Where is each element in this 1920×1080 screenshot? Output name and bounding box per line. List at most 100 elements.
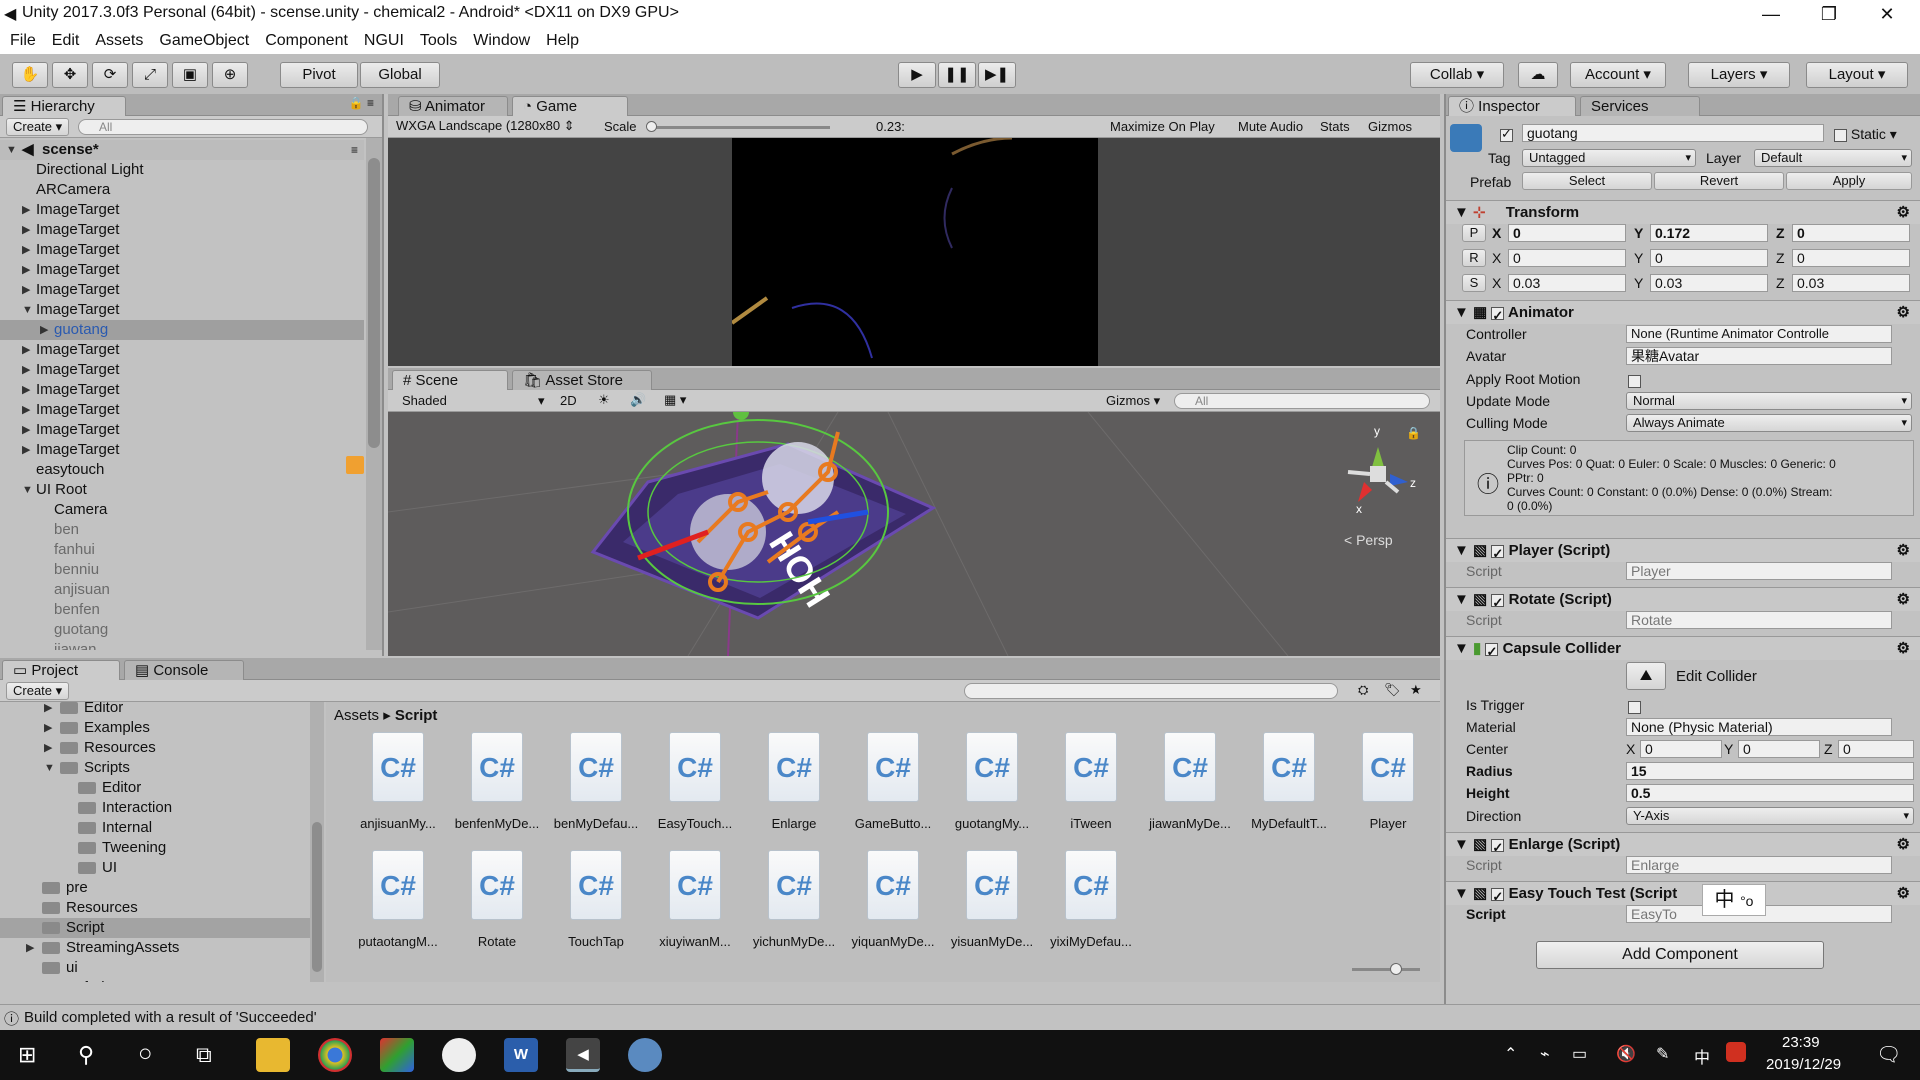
csharp-script-icon[interactable]: C# xyxy=(1061,850,1121,922)
word-icon[interactable]: W xyxy=(504,1038,538,1072)
scale-slider-thumb[interactable] xyxy=(646,121,657,132)
transform-header[interactable]: ▼ ⊹ Transform ⚙ xyxy=(1446,200,1920,224)
shading-mode-dropdown[interactable]: Shaded xyxy=(402,393,447,408)
center-x-input[interactable]: 0 xyxy=(1640,740,1722,758)
is-trigger-checkbox[interactable] xyxy=(1628,698,1641,715)
tab-services[interactable]: Services xyxy=(1580,96,1700,116)
search-icon[interactable]: ⚲ xyxy=(78,1042,94,1068)
transform-scale-z-input[interactable]: 0.03 xyxy=(1792,274,1910,292)
file-label[interactable]: iTween xyxy=(1041,816,1141,831)
folder-item[interactable]: ▶ Editor xyxy=(0,702,310,718)
hierarchy-item[interactable]: Camera xyxy=(0,500,364,520)
windows-start-icon[interactable]: ⊞ xyxy=(18,1042,36,1068)
player-script-header[interactable]: ▼ ▧ Player (Script) ⚙ xyxy=(1446,538,1920,566)
player-script-field[interactable]: Player xyxy=(1626,562,1892,580)
account-dropdown[interactable]: Account ▾ xyxy=(1570,62,1666,88)
collider-enabled-checkbox[interactable] xyxy=(1485,640,1499,664)
folder-item[interactable]: pre xyxy=(0,878,310,898)
transform-r-button[interactable]: R xyxy=(1462,249,1486,267)
mute-audio-toggle[interactable]: Mute Audio xyxy=(1238,119,1303,134)
hierarchy-item[interactable]: ▼ UI Root xyxy=(0,480,364,500)
persp-label[interactable]: < Persp xyxy=(1344,532,1393,548)
menu-edit[interactable]: Edit xyxy=(52,32,80,50)
tray-ime-indicator[interactable]: 中 xyxy=(1694,1044,1710,1068)
easytouch-enabled-checkbox[interactable] xyxy=(1491,885,1505,909)
csharp-script-icon[interactable]: C# xyxy=(665,732,725,804)
component-settings-icon[interactable]: ⚙ xyxy=(1897,301,1910,325)
tag-dropdown[interactable]: Untagged xyxy=(1522,149,1696,167)
folder-item[interactable]: ▼ Scripts xyxy=(0,758,310,778)
prefab-select-button[interactable]: Select xyxy=(1522,172,1652,190)
expand-arrow-icon[interactable]: ▼ xyxy=(22,300,33,320)
hierarchy-item[interactable]: ▶ ImageTarget xyxy=(0,260,364,280)
scrollbar-thumb[interactable] xyxy=(368,158,380,448)
maximize-on-play-toggle[interactable]: Maximize On Play xyxy=(1110,119,1215,134)
component-settings-icon[interactable]: ⚙ xyxy=(1897,833,1910,857)
folder-item[interactable]: Tweening xyxy=(0,838,310,858)
notification-icon[interactable]: 🗨 xyxy=(1876,1042,1901,1067)
filter-label-icon[interactable]: 🏷 xyxy=(1384,682,1401,698)
csharp-script-icon[interactable]: C# xyxy=(863,732,923,804)
layers-dropdown[interactable]: Layers ▾ xyxy=(1688,62,1790,88)
rotate-tool-icon[interactable]: ⟳ xyxy=(92,62,128,88)
folder-item[interactable]: UI xyxy=(0,858,310,878)
toggle-2d-button[interactable]: 2D xyxy=(560,393,577,408)
folder-item[interactable]: ▶ Vuforia xyxy=(0,978,310,982)
breadcrumb-script[interactable]: Script xyxy=(395,707,438,724)
tab-animator[interactable]: ⛁ Animator xyxy=(398,96,508,116)
y-axis-handle[interactable] xyxy=(733,412,749,420)
tree-scrollbar-thumb[interactable] xyxy=(312,822,322,972)
transform-tool-icon[interactable]: ⊕ xyxy=(212,62,248,88)
expand-arrow-icon[interactable]: ▶ xyxy=(22,220,30,240)
expand-arrow-icon[interactable]: ▶ xyxy=(22,440,30,460)
move-tool-icon[interactable]: ✥ xyxy=(52,62,88,88)
hierarchy-item[interactable]: ▶ ImageTarget xyxy=(0,200,364,220)
hierarchy-scrollbar[interactable] xyxy=(366,138,382,650)
game-view[interactable] xyxy=(388,138,1440,366)
panel-menu-icon[interactable]: 🔒 ≡ xyxy=(349,96,374,110)
audio-icon[interactable]: 🔊 xyxy=(630,392,646,408)
game-gizmos-dropdown[interactable]: Gizmos xyxy=(1368,119,1412,134)
center-z-input[interactable]: 0 xyxy=(1838,740,1914,758)
folder-item[interactable]: Interaction xyxy=(0,798,310,818)
hierarchy-item[interactable]: benfen xyxy=(0,600,364,620)
unity-taskbar-icon[interactable]: ◀ xyxy=(566,1038,600,1072)
avatar-field[interactable]: 果糖Avatar xyxy=(1626,347,1892,365)
csharp-script-icon[interactable]: C# xyxy=(665,850,725,922)
fold-arrow-icon[interactable]: ▼ xyxy=(1454,885,1469,902)
csharp-script-icon[interactable]: C# xyxy=(764,732,824,804)
expand-arrow-icon[interactable]: ▶ xyxy=(26,938,34,958)
expand-arrow-icon[interactable]: ▶ xyxy=(44,738,52,758)
csharp-script-icon[interactable]: C# xyxy=(566,850,626,922)
fold-arrow-icon[interactable]: ▼ xyxy=(1454,836,1469,853)
expand-arrow-icon[interactable]: ▼ xyxy=(44,758,55,778)
folder-item[interactable]: Internal xyxy=(0,818,310,838)
tray-volume-icon[interactable]: 🔇 xyxy=(1616,1044,1636,1064)
enlarge-script-field[interactable]: Enlarge xyxy=(1626,856,1892,874)
hierarchy-search-input[interactable]: All xyxy=(78,119,368,135)
tab-console[interactable]: ▤ Console xyxy=(124,660,244,680)
minimize-button[interactable]: — xyxy=(1742,0,1800,28)
animator-header[interactable]: ▼ ▦ Animator ⚙ xyxy=(1446,300,1920,328)
csharp-script-icon[interactable]: C# xyxy=(764,850,824,922)
csharp-script-icon[interactable]: C# xyxy=(566,732,626,804)
csharp-script-icon[interactable]: C# xyxy=(863,850,923,922)
enlarge-script-header[interactable]: ▼ ▧ Enlarge (Script) ⚙ xyxy=(1446,832,1920,860)
orientation-gizmo[interactable]: y x z xyxy=(1328,422,1418,532)
transform-rot-z-input[interactable]: 0 xyxy=(1792,249,1910,267)
expand-arrow-icon[interactable]: ▶ xyxy=(22,280,30,300)
tray-pen-icon[interactable]: ✎ xyxy=(1656,1044,1669,1064)
folder-item[interactable]: ▶ Resources xyxy=(0,738,310,758)
height-input[interactable]: 0.5 xyxy=(1626,784,1914,802)
update-mode-dropdown[interactable]: Normal xyxy=(1626,392,1912,410)
fold-arrow-icon[interactable]: ▼ xyxy=(1454,640,1469,657)
transform-pos-z-input[interactable]: 0 xyxy=(1792,224,1910,242)
lock-icon[interactable]: 🔒 xyxy=(1406,426,1421,440)
fold-arrow-icon[interactable]: ▼ xyxy=(1454,304,1469,321)
transform-pos-x-input[interactable]: 0 xyxy=(1508,224,1626,242)
file-label[interactable]: GameButto... xyxy=(843,816,943,831)
hand-tool-icon[interactable]: ✋ xyxy=(12,62,48,88)
file-label[interactable]: jiawanMyDe... xyxy=(1140,816,1240,831)
file-label[interactable]: yiquanMyDe... xyxy=(843,934,943,949)
file-label[interactable]: putaotangM... xyxy=(348,934,448,949)
